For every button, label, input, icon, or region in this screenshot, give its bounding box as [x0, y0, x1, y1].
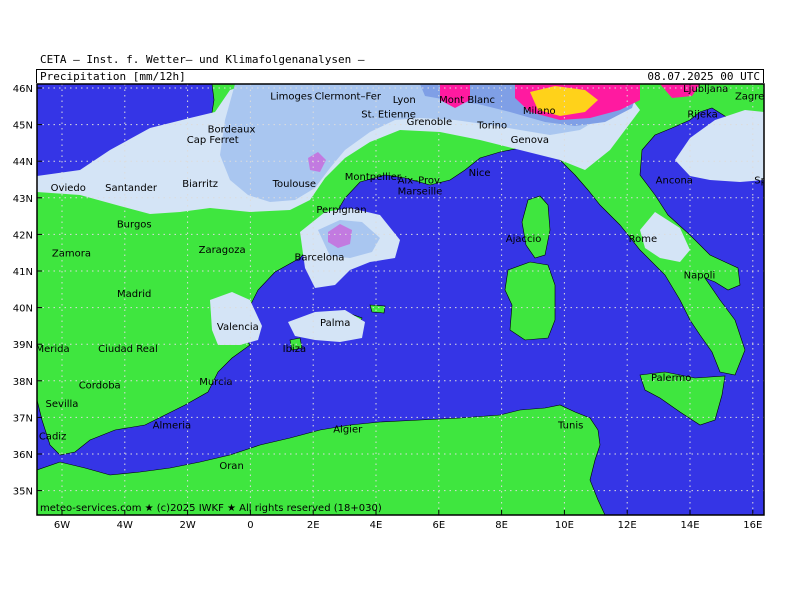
- place-label: Oran: [219, 461, 243, 472]
- place-label: Zamora: [52, 249, 91, 260]
- lon-tick-label: 6W: [54, 520, 70, 531]
- place-label: Murcia: [199, 377, 232, 388]
- place-label: Ibiza: [283, 344, 306, 355]
- place-label: Barcelona: [295, 252, 345, 263]
- lat-tick-label: 40N: [13, 304, 33, 315]
- lat-tick-label: 37N: [13, 413, 33, 424]
- place-label: Mont Blanc: [439, 95, 495, 106]
- place-label: Zagreb: [735, 91, 771, 102]
- longitude-labels: 6W 4W 2W 0 2E 4E 6E 8E 10E 12E 14E 16E: [54, 520, 762, 531]
- place-label: Ancona: [656, 176, 693, 187]
- place-label: Bordeaux: [208, 124, 256, 135]
- lat-tick-label: 38N: [13, 377, 33, 388]
- place-label: Aix–Prov.: [398, 176, 443, 187]
- lon-tick-label: 2E: [307, 520, 320, 531]
- lon-tick-label: 10E: [555, 520, 574, 531]
- land-menorca: [369, 304, 386, 314]
- lon-tick-label: 8E: [495, 520, 508, 531]
- place-label: Palermo: [651, 373, 691, 384]
- lat-tick-label: 42N: [13, 230, 33, 241]
- place-label: Sevilla: [46, 399, 79, 410]
- place-label: Lyon: [393, 95, 416, 106]
- place-label: Valencia: [217, 322, 259, 333]
- lat-tick-label: 46N: [13, 84, 33, 95]
- place-label: Biarritz: [182, 179, 218, 190]
- place-label: Marseille: [398, 186, 443, 197]
- place-label: Zaragoza: [199, 245, 246, 256]
- place-label: Cadiz: [39, 432, 67, 443]
- lon-tick-label: 12E: [618, 520, 637, 531]
- place-label: Torino: [476, 121, 507, 132]
- place-label: Toulouse: [272, 179, 316, 190]
- place-label: Split: [754, 176, 776, 187]
- place-label: Genova: [511, 135, 549, 146]
- place-label: Burgos: [117, 219, 152, 230]
- place-label: Cap Ferret: [187, 135, 239, 146]
- lon-tick-label: 4E: [370, 520, 383, 531]
- place-label: Ljubljana: [683, 84, 728, 95]
- place-label: Limoges: [270, 91, 312, 102]
- lat-tick-label: 43N: [13, 194, 33, 205]
- place-label: Almeria: [153, 421, 192, 432]
- place-label: Palma: [320, 318, 350, 329]
- place-label: Oviedo: [51, 183, 86, 194]
- place-label: Merida: [36, 344, 70, 355]
- lon-tick-label: 2W: [179, 520, 195, 531]
- place-label: Milano: [523, 106, 556, 117]
- place-label: Montpellier: [345, 172, 402, 183]
- lon-tick-label: 16E: [743, 520, 762, 531]
- place-label: Rijeka: [687, 110, 717, 121]
- lat-tick-label: 36N: [13, 450, 33, 461]
- land-sardinia: [504, 261, 556, 341]
- copyright-footer: meteo-services.com ★ (c)2025 IWKF ★ All …: [40, 503, 382, 514]
- latitude-labels: 46N 45N 44N 43N 42N 41N 40N 39N 38N 37N 36N 35N: [13, 84, 33, 498]
- lat-tick-label: 41N: [13, 267, 33, 278]
- place-label: Napoli: [684, 271, 716, 282]
- lon-tick-label: 4W: [117, 520, 133, 531]
- place-label: Santander: [105, 183, 158, 194]
- lon-tick-label: 14E: [680, 520, 699, 531]
- place-label: Madrid: [117, 289, 151, 300]
- place-label: Ajaccio: [506, 234, 542, 245]
- place-label: Nice: [469, 168, 491, 179]
- lon-tick-label: 6E: [432, 520, 445, 531]
- lat-tick-label: 39N: [13, 340, 33, 351]
- place-label: Clermont–Fer: [315, 91, 382, 102]
- lat-tick-label: 44N: [13, 157, 33, 168]
- place-label: Perpignan: [316, 205, 366, 216]
- place-label: Ciudad Real: [98, 344, 158, 355]
- place-label: Grenoble: [407, 117, 453, 128]
- lat-tick-label: 35N: [13, 487, 33, 498]
- lat-tick-label: 45N: [13, 121, 33, 132]
- place-label: Cordoba: [79, 380, 121, 391]
- place-label: Rome: [629, 234, 658, 245]
- place-label: Algier: [333, 424, 363, 435]
- place-label: Tunis: [557, 421, 583, 432]
- lon-tick-label: 0: [247, 520, 253, 531]
